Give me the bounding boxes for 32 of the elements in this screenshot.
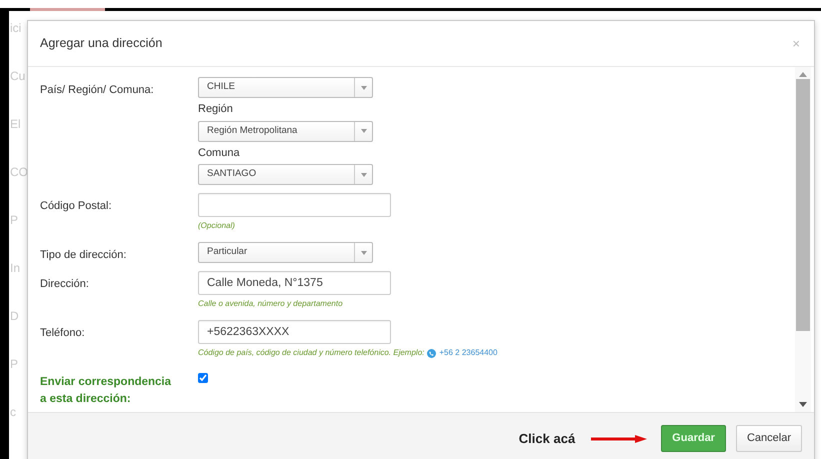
caret-icon	[360, 172, 366, 176]
cancel-button[interactable]: Cancelar	[736, 425, 802, 452]
scrollbar[interactable]	[795, 67, 811, 412]
caret-icon	[360, 86, 366, 90]
scroll-up-icon[interactable]	[799, 72, 807, 77]
dropdown[interactable]: CHILE	[198, 77, 373, 98]
phone-icon	[427, 348, 436, 358]
text-field[interactable]	[198, 193, 391, 217]
field-caption: Comuna	[198, 146, 241, 160]
field-label: Código Postal:	[40, 199, 113, 214]
help-text: Calle o avenida, número y departamento	[198, 298, 343, 310]
scroll-down-icon[interactable]	[799, 402, 807, 407]
modal-title: Agregar una dirección	[40, 35, 162, 52]
field-label: Teléfono:	[40, 326, 86, 341]
dropdown[interactable]: Región Metropolitana	[198, 120, 373, 142]
annotation-text: Click acá	[518, 430, 576, 448]
phone-example: +56 2 23654400	[439, 347, 498, 359]
field-caption: Región	[198, 102, 234, 117]
field-label: Tipo de dirección:	[40, 248, 128, 263]
dropdown[interactable]: SANTIAGO	[198, 164, 373, 185]
caret-icon	[360, 250, 366, 254]
field-label: Dirección:	[40, 277, 90, 292]
arrow-icon	[591, 434, 648, 442]
field-label: Enviar correspondencia a esta dirección:	[40, 375, 172, 408]
dropdown[interactable]: Particular	[198, 242, 373, 263]
caret-icon	[360, 129, 366, 133]
checkbox[interactable]	[198, 373, 208, 383]
text-field[interactable]: +5622363XXXX	[198, 320, 391, 344]
field-label: País/ Región/ Comuna:	[40, 83, 155, 98]
text-field[interactable]: Calle Moneda, N°1375	[198, 271, 391, 295]
help-text: (Opcional)	[198, 220, 235, 232]
help-text: Código de país, código de ciudad y número telefónico. Ejemplo:	[198, 347, 424, 359]
